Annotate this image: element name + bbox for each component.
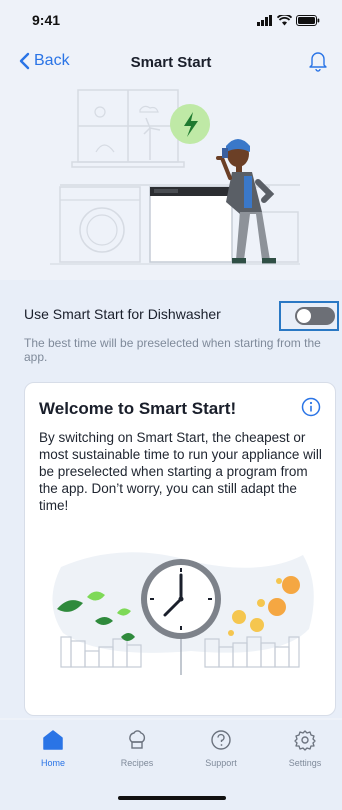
tab-home-label: Home [40,758,65,768]
settings-section: Use Smart Start for Dishwasher The best … [0,280,342,718]
tab-recipes[interactable]: Recipes [102,728,172,768]
home-icon [43,730,63,750]
page-title: Smart Start [130,54,212,71]
card-body: By switching on Smart Start, the cheapes… [39,430,322,513]
tab-settings-label: Settings [288,758,322,768]
signal-icon [257,14,272,26]
battery-icon [296,14,320,26]
clock-illustration [52,552,314,675]
status-icons [257,14,320,26]
nav-bar: Back Smart Start [0,44,342,80]
welcome-card: Welcome to Smart Start! By switching on … [24,382,336,716]
tab-support[interactable]: Support [186,728,256,768]
info-icon[interactable] [301,397,321,417]
bell-icon[interactable] [308,50,328,72]
hero-illustration [50,89,300,265]
card-title: Welcome to Smart Start! [39,399,237,418]
toggle-label: Use Smart Start for Dishwasher [24,306,221,322]
toggle-highlight [279,301,339,331]
toggle-knob [297,309,311,323]
toggle-description: The best time will be preselected when s… [24,336,321,364]
help-icon [211,730,231,750]
chef-hat-icon [129,730,146,749]
tab-recipes-label: Recipes [120,758,154,768]
status-bar: 9:41 [0,0,342,40]
wifi-icon [277,14,292,25]
home-indicator [118,796,226,800]
status-time: 9:41 [32,12,61,28]
tab-home[interactable]: Home [18,728,88,768]
tab-settings[interactable]: Settings [270,728,340,768]
tab-support-label: Support [205,758,237,768]
gear-icon [294,730,316,751]
smart-start-toggle[interactable] [295,307,335,325]
